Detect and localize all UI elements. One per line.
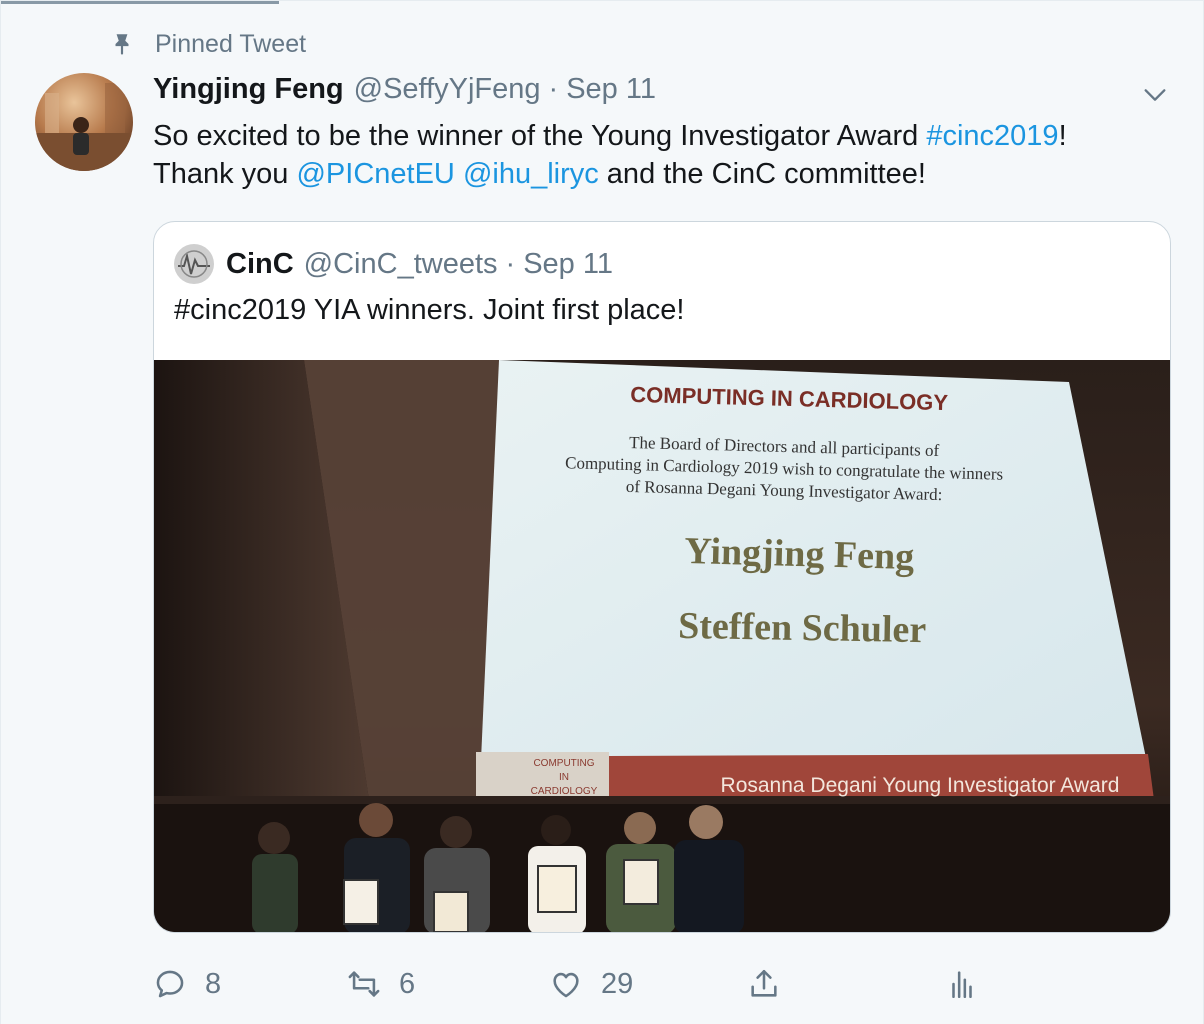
like-button[interactable]: 29 xyxy=(549,959,633,1009)
slide-logo-line-2: IN xyxy=(559,772,569,783)
tweet-text-segment: So excited to be the winner of the Young… xyxy=(153,120,927,152)
slide-logo-line-1: COMPUTING xyxy=(533,758,594,769)
separator-dot: · xyxy=(548,73,559,105)
pinned-label: Pinned Tweet xyxy=(155,29,307,58)
separator-dot: · xyxy=(505,247,516,280)
quoted-avatar[interactable] xyxy=(174,244,214,284)
slide-winner-1: Yingjing Feng xyxy=(684,530,915,578)
heart-icon xyxy=(553,972,579,998)
retweet-count: 6 xyxy=(399,967,416,1000)
pinned-tweet[interactable]: Pinned Tweet Yingjing Feng @SeffyYjFeng … xyxy=(0,0,1204,1024)
quoted-timestamp[interactable]: Sep 11 xyxy=(523,248,613,281)
retweet-icon xyxy=(348,971,380,997)
quoted-avatar-logo xyxy=(174,244,214,284)
retweet-button[interactable]: 6 xyxy=(347,959,415,1009)
quoted-display-name[interactable]: CinC xyxy=(226,248,294,281)
quoted-user-handle[interactable]: @CinC_tweets xyxy=(304,248,498,281)
mention-link-picneteu[interactable]: @PICnetEU xyxy=(296,158,454,190)
reply-button[interactable]: 8 xyxy=(153,959,221,1009)
tweet-action-bar: 8 6 29 xyxy=(153,959,1173,1009)
reply-icon xyxy=(156,970,184,998)
tweet-timestamp[interactable]: Sep 11 xyxy=(566,73,656,106)
tweet-text: So excited to be the winner of the Young… xyxy=(153,117,1173,193)
top-accent-bar xyxy=(1,1,279,4)
reply-count: 8 xyxy=(205,967,222,1000)
pinned-indicator: Pinned Tweet xyxy=(105,27,306,61)
quoted-tweet-header: CinC @CinC_tweets · Sep 11 xyxy=(174,244,613,284)
pin-icon xyxy=(115,34,129,55)
user-handle[interactable]: @SeffyYjFeng xyxy=(354,73,541,106)
hashtag-link[interactable]: #cinc2019 xyxy=(926,120,1058,152)
tweet-text-segment: and the CinC committee! xyxy=(598,158,926,190)
tweet-header: Yingjing Feng @SeffyYjFeng · Sep 11 xyxy=(153,73,656,106)
quoted-tweet[interactable]: CinC @CinC_tweets · Sep 11 #cinc2019 YIA… xyxy=(153,221,1171,933)
display-name[interactable]: Yingjing Feng xyxy=(153,73,344,106)
analytics-button[interactable] xyxy=(945,959,979,1009)
share-icon xyxy=(751,969,777,997)
slide-winner-2: Steffen Schuler xyxy=(678,605,927,651)
tweet-text-segment: Thank you xyxy=(153,158,297,190)
mention-link-ihu-liryc[interactable]: @ihu_liryc xyxy=(463,158,599,190)
avatar-photo xyxy=(35,73,133,171)
share-button[interactable] xyxy=(747,959,781,1009)
quoted-tweet-text: #cinc2019 YIA winners. Joint first place… xyxy=(174,294,685,326)
award-stage-photo: COMPUTING IN CARDIOLOGY The Board of Dir… xyxy=(154,360,1170,932)
tweet-text-segment: ! xyxy=(1058,120,1067,152)
quoted-media-photo[interactable]: COMPUTING IN CARDIOLOGY The Board of Dir… xyxy=(154,360,1170,932)
chevron-down-icon[interactable] xyxy=(1141,81,1169,109)
slide-logo-line-3: CARDIOLOGY xyxy=(531,786,598,797)
slide-footer-banner: Rosanna Degani Young Investigator Award xyxy=(721,774,1120,797)
avatar[interactable] xyxy=(35,73,133,171)
like-count: 29 xyxy=(601,967,634,1000)
analytics-icon xyxy=(952,971,972,999)
